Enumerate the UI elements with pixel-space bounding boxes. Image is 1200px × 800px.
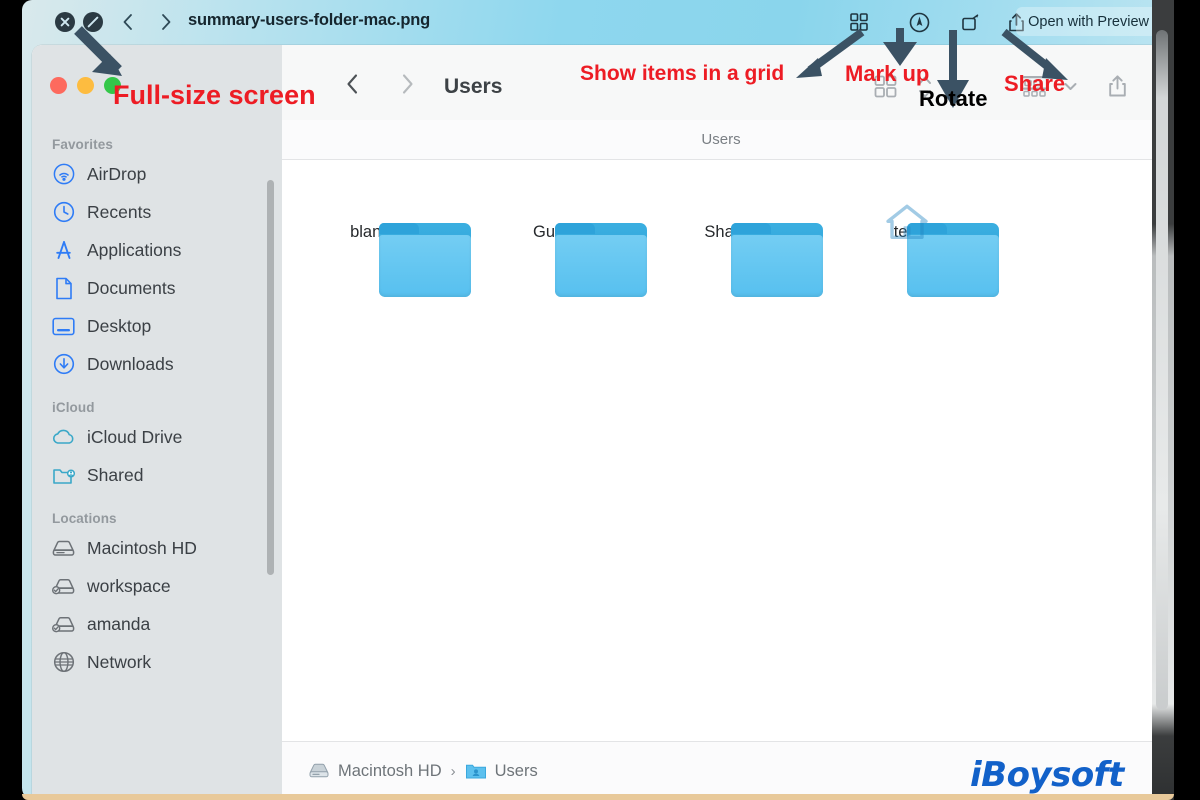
sidebar-item-label: Shared xyxy=(87,465,143,486)
annotation-fullsize-screen: Full-size screen xyxy=(113,80,316,111)
finder-folder-title: Users xyxy=(444,75,502,99)
sidebar-group-label: Favorites xyxy=(32,137,282,152)
desktop-icon xyxy=(51,315,76,337)
path-item-label: Users xyxy=(495,762,538,781)
cloud-icon xyxy=(51,426,76,448)
finder-window: Users xyxy=(32,45,1160,800)
annotation-show-items-grid: Show items in a grid xyxy=(580,62,784,86)
sidebar-group-label: Locations xyxy=(32,511,282,526)
file-item[interactable]: blanche xyxy=(304,223,454,242)
path-item-macintosh-hd[interactable]: Macintosh HD xyxy=(308,762,442,781)
finder-subheader-label: Users xyxy=(701,131,740,148)
sidebar-item-desktop[interactable]: Desktop xyxy=(32,307,282,345)
sidebar-item-label: amanda xyxy=(87,614,150,635)
iboysoft-watermark: iBoysoft xyxy=(970,755,1124,795)
path-item-users[interactable]: Users xyxy=(465,762,538,781)
sidebar-item-label: Downloads xyxy=(87,354,174,375)
file-item[interactable]: Shared xyxy=(656,223,806,242)
quicklook-filename: summary-users-folder-mac.png xyxy=(188,11,430,30)
annotation-share: Share xyxy=(1004,71,1065,97)
sidebar-item-shared[interactable]: Shared xyxy=(32,456,282,494)
document-icon xyxy=(51,277,76,299)
annotation-mark-up: Mark up xyxy=(845,61,929,87)
sidebar-item-label: AirDrop xyxy=(87,164,146,185)
sidebar-item-label: Applications xyxy=(87,240,181,261)
sidebar-item-label: Documents xyxy=(87,278,176,299)
sidebar-item-amanda[interactable]: amanda xyxy=(32,605,282,643)
sidebar-group-label: iCloud xyxy=(32,400,282,415)
file-item[interactable]: Guest xyxy=(480,223,630,242)
finder-back-button[interactable] xyxy=(337,69,367,99)
quicklook-window: summary-users-folder-mac.png xyxy=(22,0,1174,800)
sidebar-item-icloud-drive[interactable]: iCloud Drive xyxy=(32,418,282,456)
desktop-right-strip xyxy=(1152,0,1174,800)
airdrop-icon xyxy=(51,163,76,185)
sidebar-item-label: iCloud Drive xyxy=(87,427,182,448)
finder-subheader: Users xyxy=(282,120,1160,160)
desktop-left-edge xyxy=(0,0,22,800)
users-folder-icon xyxy=(465,762,487,780)
screenshot-root: summary-users-folder-mac.png xyxy=(0,0,1200,800)
sidebar-item-documents[interactable]: Documents xyxy=(32,269,282,307)
sidebar-item-workspace[interactable]: workspace xyxy=(32,567,282,605)
sidebar-item-label: Macintosh HD xyxy=(87,538,197,559)
external-disk-icon xyxy=(51,613,76,635)
globe-icon xyxy=(51,651,76,673)
finder-icon-view[interactable]: blanche Guest Shared test xyxy=(282,161,1160,741)
sidebar-item-macintosh-hd[interactable]: Macintosh HD xyxy=(32,529,282,567)
shared-folder-icon xyxy=(51,464,76,486)
sidebar-item-recents[interactable]: Recents xyxy=(32,193,282,231)
sidebar-item-label: workspace xyxy=(87,576,171,597)
annotation-rotate: Rotate xyxy=(919,86,987,112)
sidebar-scrollbar[interactable] xyxy=(267,180,274,575)
sidebar-item-label: Recents xyxy=(87,202,151,223)
path-separator: › xyxy=(451,763,456,780)
desktop-scrollbar[interactable] xyxy=(1156,30,1168,710)
harddisk-icon xyxy=(51,537,76,559)
home-glyph-icon xyxy=(885,202,929,247)
harddisk-icon xyxy=(308,762,330,780)
external-disk-icon xyxy=(51,575,76,597)
finder-forward-button[interactable] xyxy=(392,69,422,99)
applications-icon xyxy=(51,239,76,261)
sidebar-item-label: Desktop xyxy=(87,316,151,337)
file-item[interactable]: test xyxy=(832,223,982,242)
sidebar-item-applications[interactable]: Applications xyxy=(32,231,282,269)
dock-sliver xyxy=(22,794,1174,800)
sidebar-item-downloads[interactable]: Downloads xyxy=(32,345,282,383)
clock-icon xyxy=(51,201,76,223)
download-icon xyxy=(51,353,76,375)
sidebar-item-label: Network xyxy=(87,652,151,673)
share-icon[interactable] xyxy=(1102,71,1132,101)
path-item-label: Macintosh HD xyxy=(338,762,442,781)
finder-sidebar[interactable]: Favorites AirDrop Recents Applications D… xyxy=(32,120,282,800)
sidebar-item-airdrop[interactable]: AirDrop xyxy=(32,155,282,193)
sidebar-item-network[interactable]: Network xyxy=(32,643,282,681)
